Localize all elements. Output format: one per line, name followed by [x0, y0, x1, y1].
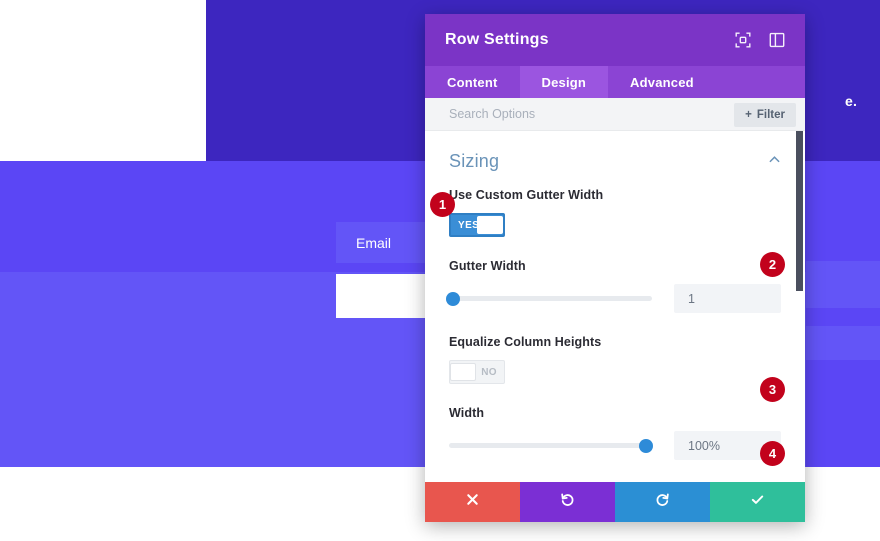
slider-track	[449, 443, 652, 448]
field-width: Width 100%	[449, 406, 781, 460]
field-label: Use Custom Gutter Width	[449, 188, 604, 202]
toggle-use-custom-gutter-width[interactable]: YES	[449, 213, 505, 237]
toggle-knob	[450, 363, 476, 381]
value-input-gutter-width[interactable]: 1	[674, 284, 781, 313]
search-input[interactable]	[449, 107, 709, 121]
canvas-white-block	[0, 0, 206, 161]
toggle-row: YES	[449, 213, 781, 237]
field-label: Equalize Column Heights	[449, 335, 602, 349]
field-label: Width	[449, 406, 485, 420]
slider-thumb[interactable]	[446, 291, 461, 306]
canvas-right-block-top	[806, 161, 880, 261]
tab-design[interactable]: Design	[519, 66, 609, 98]
check-icon	[750, 492, 765, 512]
toggle-row: NO	[449, 360, 781, 384]
panel-scrollbar[interactable]	[796, 131, 803, 482]
callout-badge-2: 2	[760, 252, 785, 277]
row-settings-panel: Row Settings Content Design Advanced +	[425, 14, 805, 522]
close-button[interactable]	[425, 482, 520, 522]
canvas-right-block-mid	[806, 261, 880, 308]
redo-icon	[655, 492, 670, 512]
save-button[interactable]	[710, 482, 805, 522]
canvas-right-block-lower	[806, 360, 880, 467]
field-equalize-column-heights: Equalize Column Heights NO	[449, 335, 781, 384]
chevron-up-icon[interactable]	[768, 153, 781, 171]
slider-gutter-width[interactable]	[446, 290, 652, 308]
panel-scrollbar-thumb[interactable]	[796, 131, 803, 291]
section-title: Sizing	[449, 151, 500, 171]
x-icon	[465, 492, 480, 512]
layout-panel-icon[interactable]	[769, 32, 785, 48]
focus-target-icon[interactable]	[735, 32, 751, 48]
toggle-knob	[477, 216, 503, 234]
panel-footer	[425, 482, 805, 522]
panel-tabs: Content Design Advanced	[425, 66, 805, 98]
filter-button-label: Filter	[756, 109, 785, 121]
slider-track	[449, 296, 652, 301]
field-gutter-width: Gutter Width 1	[446, 259, 781, 313]
plus-icon: +	[745, 109, 752, 121]
canvas-right-block-bottom	[806, 308, 880, 326]
canvas-text-fragment: e.	[845, 93, 858, 109]
section-sizing-header[interactable]: Sizing	[449, 131, 781, 188]
slider-row: 1	[446, 284, 781, 313]
toggle-equalize-column-heights[interactable]: NO	[449, 360, 505, 384]
tab-content[interactable]: Content	[425, 66, 520, 98]
callout-badge-1: 1	[430, 192, 455, 217]
undo-button[interactable]	[520, 482, 615, 522]
slider-row: 100%	[449, 431, 781, 460]
callout-badge-4: 4	[760, 441, 785, 466]
panel-title: Row Settings	[445, 31, 549, 48]
panel-search-bar: + Filter	[425, 98, 805, 131]
field-label: Gutter Width	[449, 259, 526, 273]
redo-button[interactable]	[615, 482, 710, 522]
panel-header: Row Settings	[425, 14, 805, 66]
slider-thumb[interactable]	[638, 438, 653, 453]
callout-badge-3: 3	[760, 377, 785, 402]
filter-button[interactable]: + Filter	[734, 103, 796, 127]
field-use-custom-gutter-width: Use Custom Gutter Width YES	[449, 188, 781, 237]
toggle-state-label: YES	[458, 219, 480, 231]
tab-advanced[interactable]: Advanced	[608, 66, 716, 98]
undo-icon	[560, 492, 575, 512]
toggle-state-label: NO	[481, 366, 497, 378]
slider-width[interactable]	[449, 437, 653, 455]
panel-body: Sizing Use Custom Gutter Width YES Gutte…	[425, 131, 805, 482]
panel-header-icons	[735, 32, 785, 48]
